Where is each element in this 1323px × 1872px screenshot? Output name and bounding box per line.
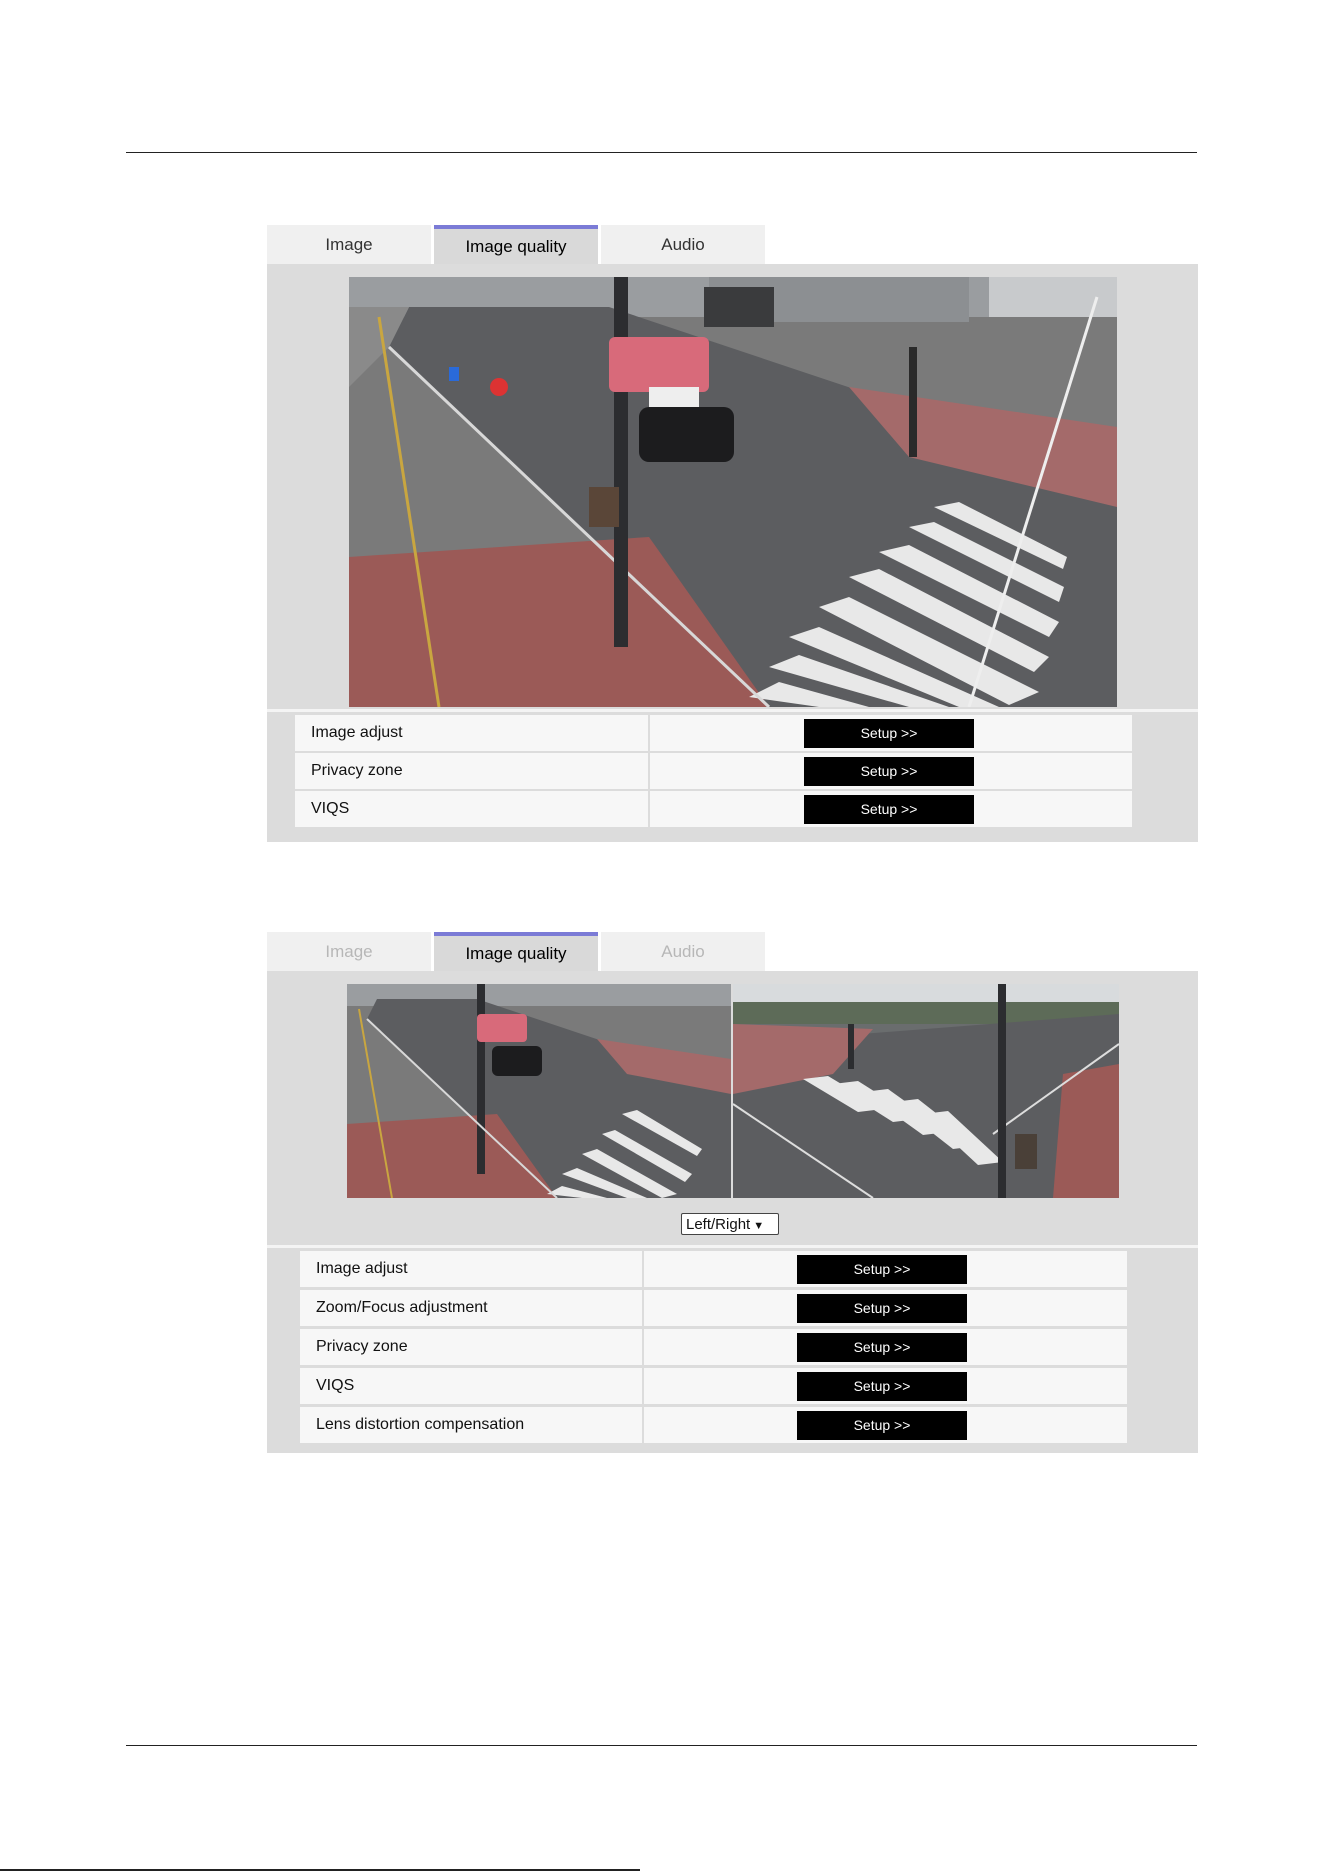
tab-image[interactable]: Image xyxy=(267,932,431,971)
tab-image-quality[interactable]: Image quality xyxy=(434,932,598,971)
image-quality-panel-1: Image Image quality Audio Image adjust S… xyxy=(267,225,1198,842)
header-rule xyxy=(126,152,1197,153)
viqs-setup-button[interactable]: Setup >> xyxy=(804,795,974,824)
viqs-setup-button[interactable]: Setup >> xyxy=(797,1372,967,1401)
tab-image[interactable]: Image xyxy=(267,225,431,264)
row-action-cell: Setup >> xyxy=(644,1251,1127,1287)
table-row: Privacy zone Setup >> xyxy=(295,753,1132,789)
image-quality-panel-2: Image Image quality Audio Left/Right ▼ I… xyxy=(267,932,1198,1453)
camera-image-left xyxy=(347,984,731,1198)
privacy-zone-setup-button[interactable]: Setup >> xyxy=(804,757,974,786)
table-row: Image adjust Setup >> xyxy=(295,715,1132,751)
footnote-rule xyxy=(0,1869,640,1871)
row-action-cell: Setup >> xyxy=(644,1329,1127,1365)
table-row: Privacy zone Setup >> xyxy=(300,1329,1127,1365)
chevron-down-icon: ▼ xyxy=(753,1220,765,1232)
row-action-cell: Setup >> xyxy=(650,753,1132,789)
settings-table: Image adjust Setup >> Privacy zone Setup… xyxy=(267,709,1198,842)
row-label: Image adjust xyxy=(300,1251,644,1287)
table-row: VIQS Setup >> xyxy=(295,791,1132,827)
row-label: VIQS xyxy=(295,791,650,827)
settings-table: Image adjust Setup >> Zoom/Focus adjustm… xyxy=(267,1245,1198,1453)
table-row: Zoom/Focus adjustment Setup >> xyxy=(300,1290,1127,1326)
table-row: Image adjust Setup >> xyxy=(300,1251,1127,1287)
row-label: Privacy zone xyxy=(295,753,650,789)
row-action-cell: Setup >> xyxy=(644,1290,1127,1326)
tab-audio[interactable]: Audio xyxy=(601,225,765,264)
lens-distortion-setup-button[interactable]: Setup >> xyxy=(797,1411,967,1440)
tab-bar: Image Image quality Audio xyxy=(267,932,767,971)
row-label: Privacy zone xyxy=(300,1329,644,1365)
row-action-cell: Setup >> xyxy=(644,1368,1127,1404)
tab-image-quality[interactable]: Image quality xyxy=(434,225,598,264)
zoom-focus-setup-button[interactable]: Setup >> xyxy=(797,1294,967,1323)
row-label: Zoom/Focus adjustment xyxy=(300,1290,644,1326)
privacy-zone-setup-button[interactable]: Setup >> xyxy=(797,1333,967,1362)
row-action-cell: Setup >> xyxy=(644,1407,1127,1443)
image-adjust-setup-button[interactable]: Setup >> xyxy=(797,1255,967,1284)
view-mode-select[interactable]: Left/Right ▼ xyxy=(681,1213,779,1235)
footer-rule xyxy=(126,1745,1197,1746)
row-action-cell: Setup >> xyxy=(650,791,1132,827)
table-row: Lens distortion compensation Setup >> xyxy=(300,1407,1127,1443)
table-row: VIQS Setup >> xyxy=(300,1368,1127,1404)
camera-image-right xyxy=(733,984,1119,1198)
row-label: Image adjust xyxy=(295,715,650,751)
view-mode-value: Left/Right xyxy=(686,1216,751,1233)
live-view-area xyxy=(267,264,1198,709)
row-label: VIQS xyxy=(300,1368,644,1404)
live-view-area: Left/Right ▼ xyxy=(267,971,1198,1245)
image-adjust-setup-button[interactable]: Setup >> xyxy=(804,719,974,748)
row-action-cell: Setup >> xyxy=(650,715,1132,751)
row-label: Lens distortion compensation xyxy=(300,1407,644,1443)
tab-audio[interactable]: Audio xyxy=(601,932,765,971)
tab-bar: Image Image quality Audio xyxy=(267,225,767,264)
camera-image xyxy=(349,277,1117,707)
